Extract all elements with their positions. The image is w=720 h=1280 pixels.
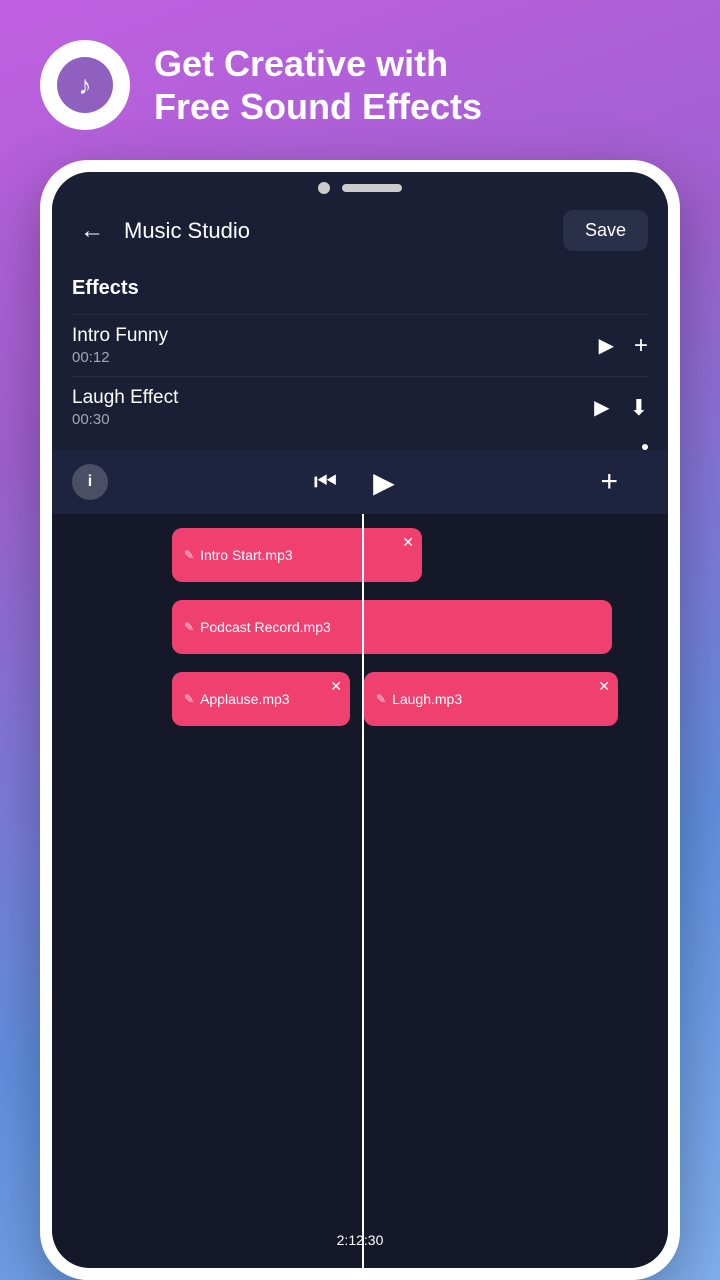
timeline-cursor [362, 514, 364, 1268]
timeline-time: 2:12:30 [337, 1232, 384, 1248]
clip-label-laugh: Laugh.mp3 [392, 691, 462, 707]
track-clip-laugh[interactable]: ✎ Laugh.mp3 ✕ [364, 672, 618, 726]
edit-icon: ✎ [184, 548, 194, 562]
effect-download-button-laugh[interactable]: ⬇ [630, 395, 648, 421]
clip-close-intro-start[interactable]: ✕ [402, 534, 414, 551]
phone-top-bar [52, 172, 668, 200]
effect-duration-intro: 00:12 [72, 349, 599, 366]
effect-name-intro: Intro Funny [72, 325, 599, 347]
header-text: Get Creative with Free Sound Effects [154, 42, 482, 128]
effects-label: Effects [72, 277, 648, 300]
clip-label-applause: Applause.mp3 [200, 691, 290, 707]
save-button[interactable]: Save [563, 210, 648, 251]
effect-duration-laugh: 00:30 [72, 411, 594, 428]
edit-icon: ✎ [184, 692, 194, 706]
effect-item-intro-funny: Intro Funny 00:12 ▶ + [72, 314, 648, 376]
effect-info-laugh: Laugh Effect 00:30 [72, 387, 594, 428]
track-clip-intro-start[interactable]: ✎ Intro Start.mp3 ✕ [172, 528, 422, 582]
music-logo-icon: ♪ [57, 57, 113, 113]
effect-add-button-intro[interactable]: + [634, 332, 648, 360]
effect-name-laugh: Laugh Effect [72, 387, 594, 409]
phone-camera [318, 182, 330, 194]
play-button[interactable]: ▶ [373, 466, 395, 499]
phone-speaker [342, 184, 402, 192]
clip-close-laugh[interactable]: ✕ [598, 678, 610, 695]
track-clip-podcast[interactable]: ✎ Podcast Record.mp3 [172, 600, 612, 654]
effect-actions-laugh: ▶ ⬇ [594, 395, 648, 421]
playback-controls: i ⏮ ▶ + [52, 450, 668, 514]
effect-play-button-laugh[interactable]: ▶ [594, 395, 609, 420]
effect-actions-intro: ▶ + [599, 332, 648, 360]
phone-inner: ← Music Studio Save Effects Intro Funny … [52, 172, 668, 1268]
toolbar-title: Music Studio [124, 218, 551, 244]
back-button[interactable]: ← [72, 213, 112, 249]
effects-section: Effects Intro Funny 00:12 ▶ + Laugh Effe… [52, 261, 668, 450]
track-clip-applause[interactable]: ✎ Applause.mp3 ✕ [172, 672, 350, 726]
effect-play-button-intro[interactable]: ▶ [599, 333, 614, 358]
top-header: ♪ Get Creative with Free Sound Effects [0, 0, 720, 160]
phone-mockup: ← Music Studio Save Effects Intro Funny … [40, 160, 680, 1280]
timeline-area: ✎ Intro Start.mp3 ✕ ✎ Podcast Record.mp3… [52, 514, 668, 1268]
effect-item-laugh: Laugh Effect 00:30 ▶ ⬇ [72, 376, 648, 438]
edit-icon: ✎ [184, 620, 194, 634]
music-logo: ♪ [40, 40, 130, 130]
effect-info-intro: Intro Funny 00:12 [72, 325, 599, 366]
info-button[interactable]: i [72, 464, 108, 500]
app-toolbar: ← Music Studio Save [52, 200, 668, 261]
clip-label-intro-start: Intro Start.mp3 [200, 547, 293, 563]
clip-label-podcast: Podcast Record.mp3 [200, 619, 331, 635]
edit-icon: ✎ [376, 692, 386, 706]
clip-close-applause[interactable]: ✕ [330, 678, 342, 695]
add-track-button[interactable]: + [600, 465, 618, 499]
skip-back-button[interactable]: ⏮ [314, 466, 337, 498]
